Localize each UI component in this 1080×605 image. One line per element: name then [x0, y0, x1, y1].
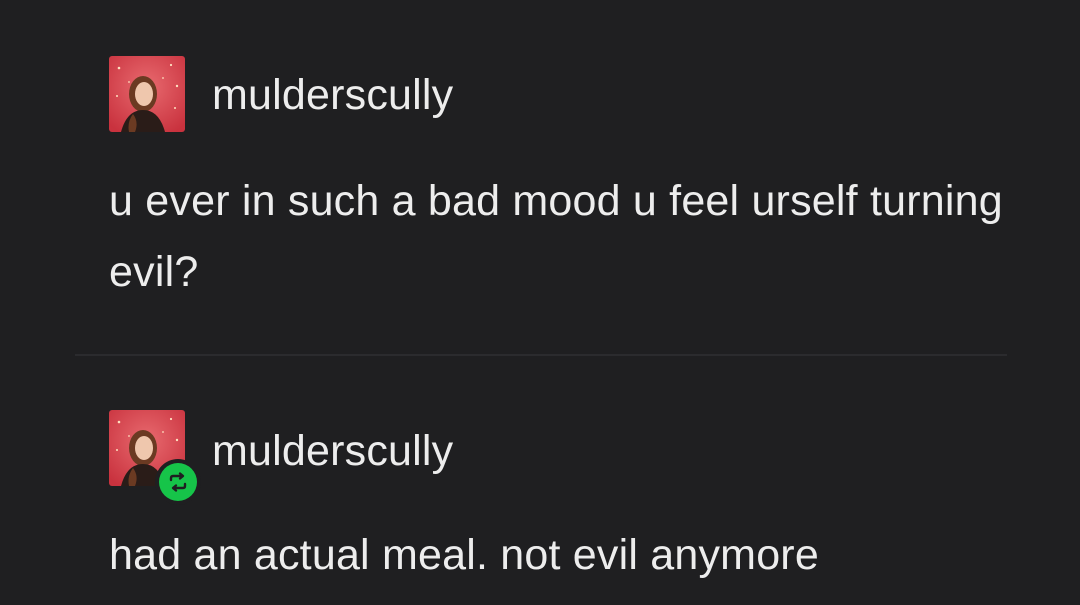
post-divider [75, 354, 1007, 356]
post-body-text: u ever in such a bad mood u feel urself … [109, 177, 1003, 296]
post-body-text: had an actual meal. not evil anymore [109, 531, 819, 579]
post-username[interactable]: mulderscully [212, 430, 453, 473]
avatar-photo-icon [109, 56, 185, 132]
post-username[interactable]: mulderscully [212, 74, 453, 117]
reblog-badge [155, 459, 201, 505]
reblog-icon [159, 463, 197, 501]
user-avatar[interactable] [109, 56, 185, 132]
